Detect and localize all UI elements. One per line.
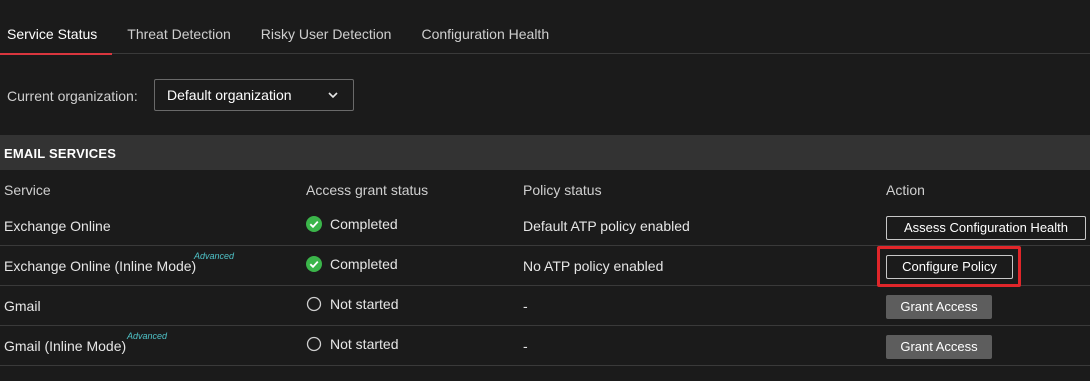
policy-status: - xyxy=(523,298,528,314)
tab-bar: Service Status Threat Detection Risky Us… xyxy=(0,0,1090,55)
advanced-badge: Advanced xyxy=(127,331,168,341)
column-header-access-grant-status: Access grant status xyxy=(306,182,429,198)
table-row: Gmail (Inline Mode) Advanced Not started… xyxy=(0,326,1090,366)
column-header-policy-status: Policy status xyxy=(523,182,602,198)
table-row: Exchange Online Completed Default ATP po… xyxy=(0,206,1090,246)
tab-risky-user-detection[interactable]: Risky User Detection xyxy=(246,0,407,54)
access-status: Not started xyxy=(306,296,398,312)
organization-dropdown-value: Default organization xyxy=(167,87,292,103)
service-name: Exchange Online (Inline Mode) xyxy=(4,258,197,274)
check-circle-icon xyxy=(306,216,322,232)
access-status: Completed xyxy=(306,216,398,232)
access-status: Completed xyxy=(306,256,398,272)
empty-circle-icon xyxy=(306,336,322,352)
advanced-badge: Advanced xyxy=(194,251,235,261)
access-status-text: Not started xyxy=(330,296,399,312)
access-status-text: Not started xyxy=(330,336,399,352)
access-status: Not started xyxy=(306,336,398,352)
organization-label: Current organization: xyxy=(7,88,138,104)
organization-dropdown[interactable]: Default organization xyxy=(154,79,354,111)
service-name: Gmail xyxy=(4,298,41,314)
assess-configuration-health-button[interactable]: Assess Configuration Health xyxy=(886,216,1086,240)
table-row: Gmail Not started - Grant Access xyxy=(0,286,1090,326)
access-status-text: Completed xyxy=(330,256,398,272)
service-name: Exchange Online xyxy=(4,218,111,234)
grant-access-button[interactable]: Grant Access xyxy=(886,295,992,319)
tab-threat-detection[interactable]: Threat Detection xyxy=(112,0,246,54)
tab-configuration-health[interactable]: Configuration Health xyxy=(406,0,564,54)
policy-status: - xyxy=(523,338,528,354)
service-name: Gmail (Inline Mode) xyxy=(4,338,127,354)
section-header: EMAIL SERVICES xyxy=(0,135,1090,170)
highlight-box xyxy=(877,246,1021,287)
access-status-text: Completed xyxy=(330,216,398,232)
chevron-down-icon xyxy=(328,92,338,99)
tab-service-status[interactable]: Service Status xyxy=(0,0,113,55)
section-title: EMAIL SERVICES xyxy=(4,146,117,161)
policy-status: Default ATP policy enabled xyxy=(523,218,690,234)
policy-status: No ATP policy enabled xyxy=(523,258,664,274)
empty-circle-icon xyxy=(306,296,322,312)
grant-access-button[interactable]: Grant Access xyxy=(886,335,992,359)
page: Service Status Threat Detection Risky Us… xyxy=(0,0,1090,381)
column-header-action: Action xyxy=(886,182,925,198)
column-header-service: Service xyxy=(4,182,51,198)
check-circle-icon xyxy=(306,256,322,272)
